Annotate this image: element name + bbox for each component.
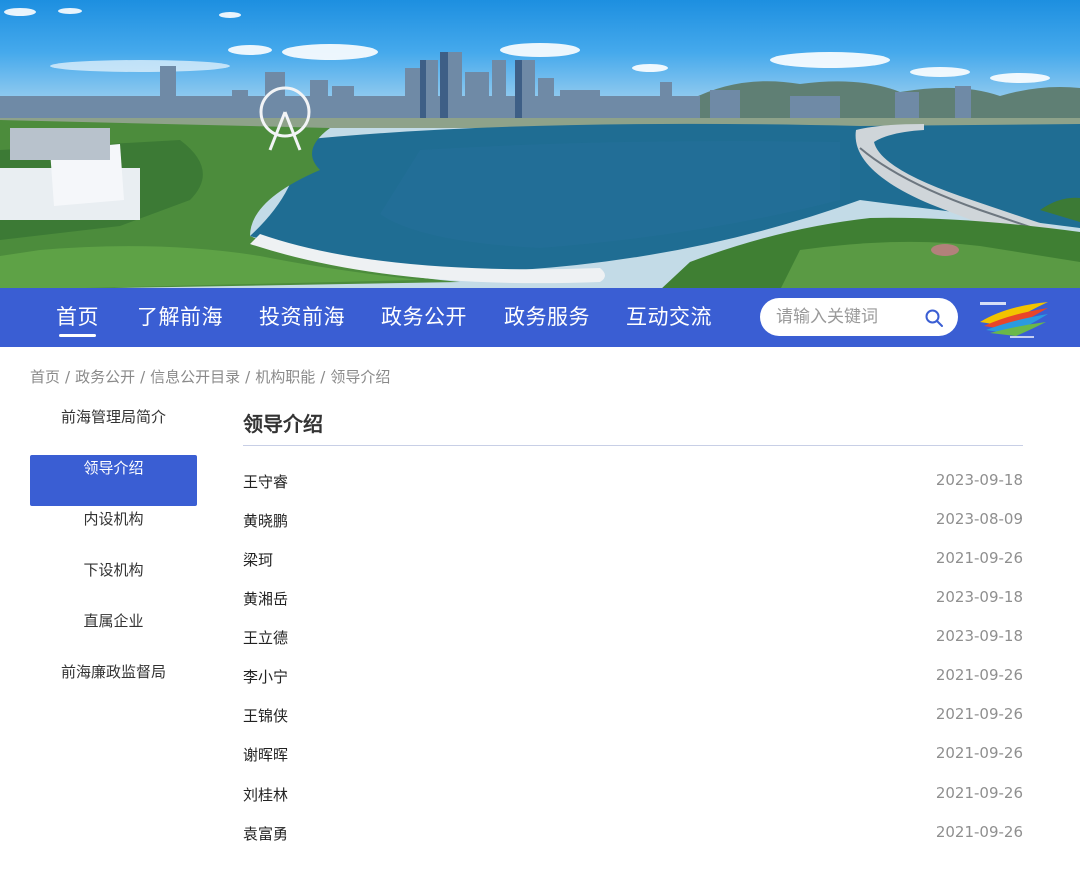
list-item-title[interactable]: 黄晓鹏 <box>243 510 288 531</box>
list-item-date: 2021-09-26 <box>935 784 1023 802</box>
search-icon[interactable] <box>924 308 944 328</box>
list-item-date: 2021-09-26 <box>935 744 1023 762</box>
list-item-date: 2021-09-26 <box>935 549 1023 567</box>
nav-interaction[interactable]: 互动交流 <box>626 288 712 347</box>
breadcrumb-functions[interactable]: 机构职能 <box>255 368 315 386</box>
nav-about-qianhai[interactable]: 了解前海 <box>137 288 223 347</box>
search-input[interactable] <box>776 298 926 336</box>
page-title: 领导介绍 <box>243 412 323 436</box>
breadcrumb: 首页 / 政务公开 / 信息公开目录 / 机构职能 / 领导介绍 <box>30 366 390 387</box>
list-item-date: 2023-09-18 <box>935 588 1023 606</box>
nav-government-affairs[interactable]: 政务公开 <box>381 288 467 347</box>
list-item-title[interactable]: 袁富勇 <box>243 823 288 844</box>
list-item[interactable]: 梁珂 2021-09-26 <box>243 549 1023 573</box>
title-divider <box>243 445 1023 446</box>
breadcrumb-government-affairs[interactable]: 政务公开 <box>75 368 135 386</box>
banner-photo <box>0 0 1080 290</box>
list-item-title[interactable]: 刘桂林 <box>243 784 288 805</box>
list-item[interactable]: 谢晖晖 2021-09-26 <box>243 744 1023 768</box>
breadcrumb-info-catalog[interactable]: 信息公开目录 <box>150 368 240 386</box>
sidebar-item-integrity-supervision[interactable]: 前海廉政监督局 <box>30 659 197 710</box>
list-item-title[interactable]: 王守睿 <box>243 471 288 492</box>
list-item-date: 2021-09-26 <box>935 666 1023 684</box>
list-item[interactable]: 王立德 2023-09-18 <box>243 627 1023 651</box>
sidebar-item-leaders[interactable]: 领导介绍 <box>30 455 197 506</box>
nav-invest-qianhai[interactable]: 投资前海 <box>259 288 345 347</box>
sidebar-item-authority-intro[interactable]: 前海管理局简介 <box>30 404 197 455</box>
list-item-title[interactable]: 李小宁 <box>243 666 288 687</box>
list-item[interactable]: 黄湘岳 2023-09-18 <box>243 588 1023 612</box>
nav-government-services[interactable]: 政务服务 <box>504 288 590 347</box>
list-item-title[interactable]: 王锦侠 <box>243 705 288 726</box>
breadcrumb-separator: / <box>320 368 326 386</box>
list-item-date: 2023-09-18 <box>935 627 1023 645</box>
list-item-date: 2023-08-09 <box>935 510 1023 528</box>
list-item-date: 2023-09-18 <box>935 471 1023 489</box>
breadcrumb-separator: / <box>140 368 146 386</box>
list-item[interactable]: 王锦侠 2021-09-26 <box>243 705 1023 729</box>
list-item-date: 2021-09-26 <box>935 705 1023 723</box>
list-item-title[interactable]: 谢晖晖 <box>243 744 288 765</box>
list-item[interactable]: 刘桂林 2021-09-26 <box>243 784 1023 808</box>
breadcrumb-current[interactable]: 领导介绍 <box>330 368 390 386</box>
sidebar-item-affiliated-enterprises[interactable]: 直属企业 <box>30 608 197 659</box>
list-item-date: 2021-09-26 <box>935 823 1023 841</box>
nav-home[interactable]: 首页 <box>56 288 99 347</box>
list-item-title[interactable]: 王立德 <box>243 627 288 648</box>
sidebar-item-subordinate-units[interactable]: 下设机构 <box>30 557 197 608</box>
list-item[interactable]: 黄晓鹏 2023-08-09 <box>243 510 1023 534</box>
list-item-title[interactable]: 黄湘岳 <box>243 588 288 609</box>
breadcrumb-separator: / <box>245 368 251 386</box>
sidebar-item-internal-departments[interactable]: 内设机构 <box>30 506 197 557</box>
list-item[interactable]: 王守睿 2023-09-18 <box>243 471 1023 495</box>
list-item-title[interactable]: 梁珂 <box>243 549 273 570</box>
list-item[interactable]: 李小宁 2021-09-26 <box>243 666 1023 690</box>
breadcrumb-home[interactable]: 首页 <box>30 368 60 386</box>
list-item[interactable]: 袁富勇 2021-09-26 <box>243 823 1023 847</box>
qianhai-logo[interactable] <box>976 296 1052 340</box>
breadcrumb-separator: / <box>65 368 71 386</box>
